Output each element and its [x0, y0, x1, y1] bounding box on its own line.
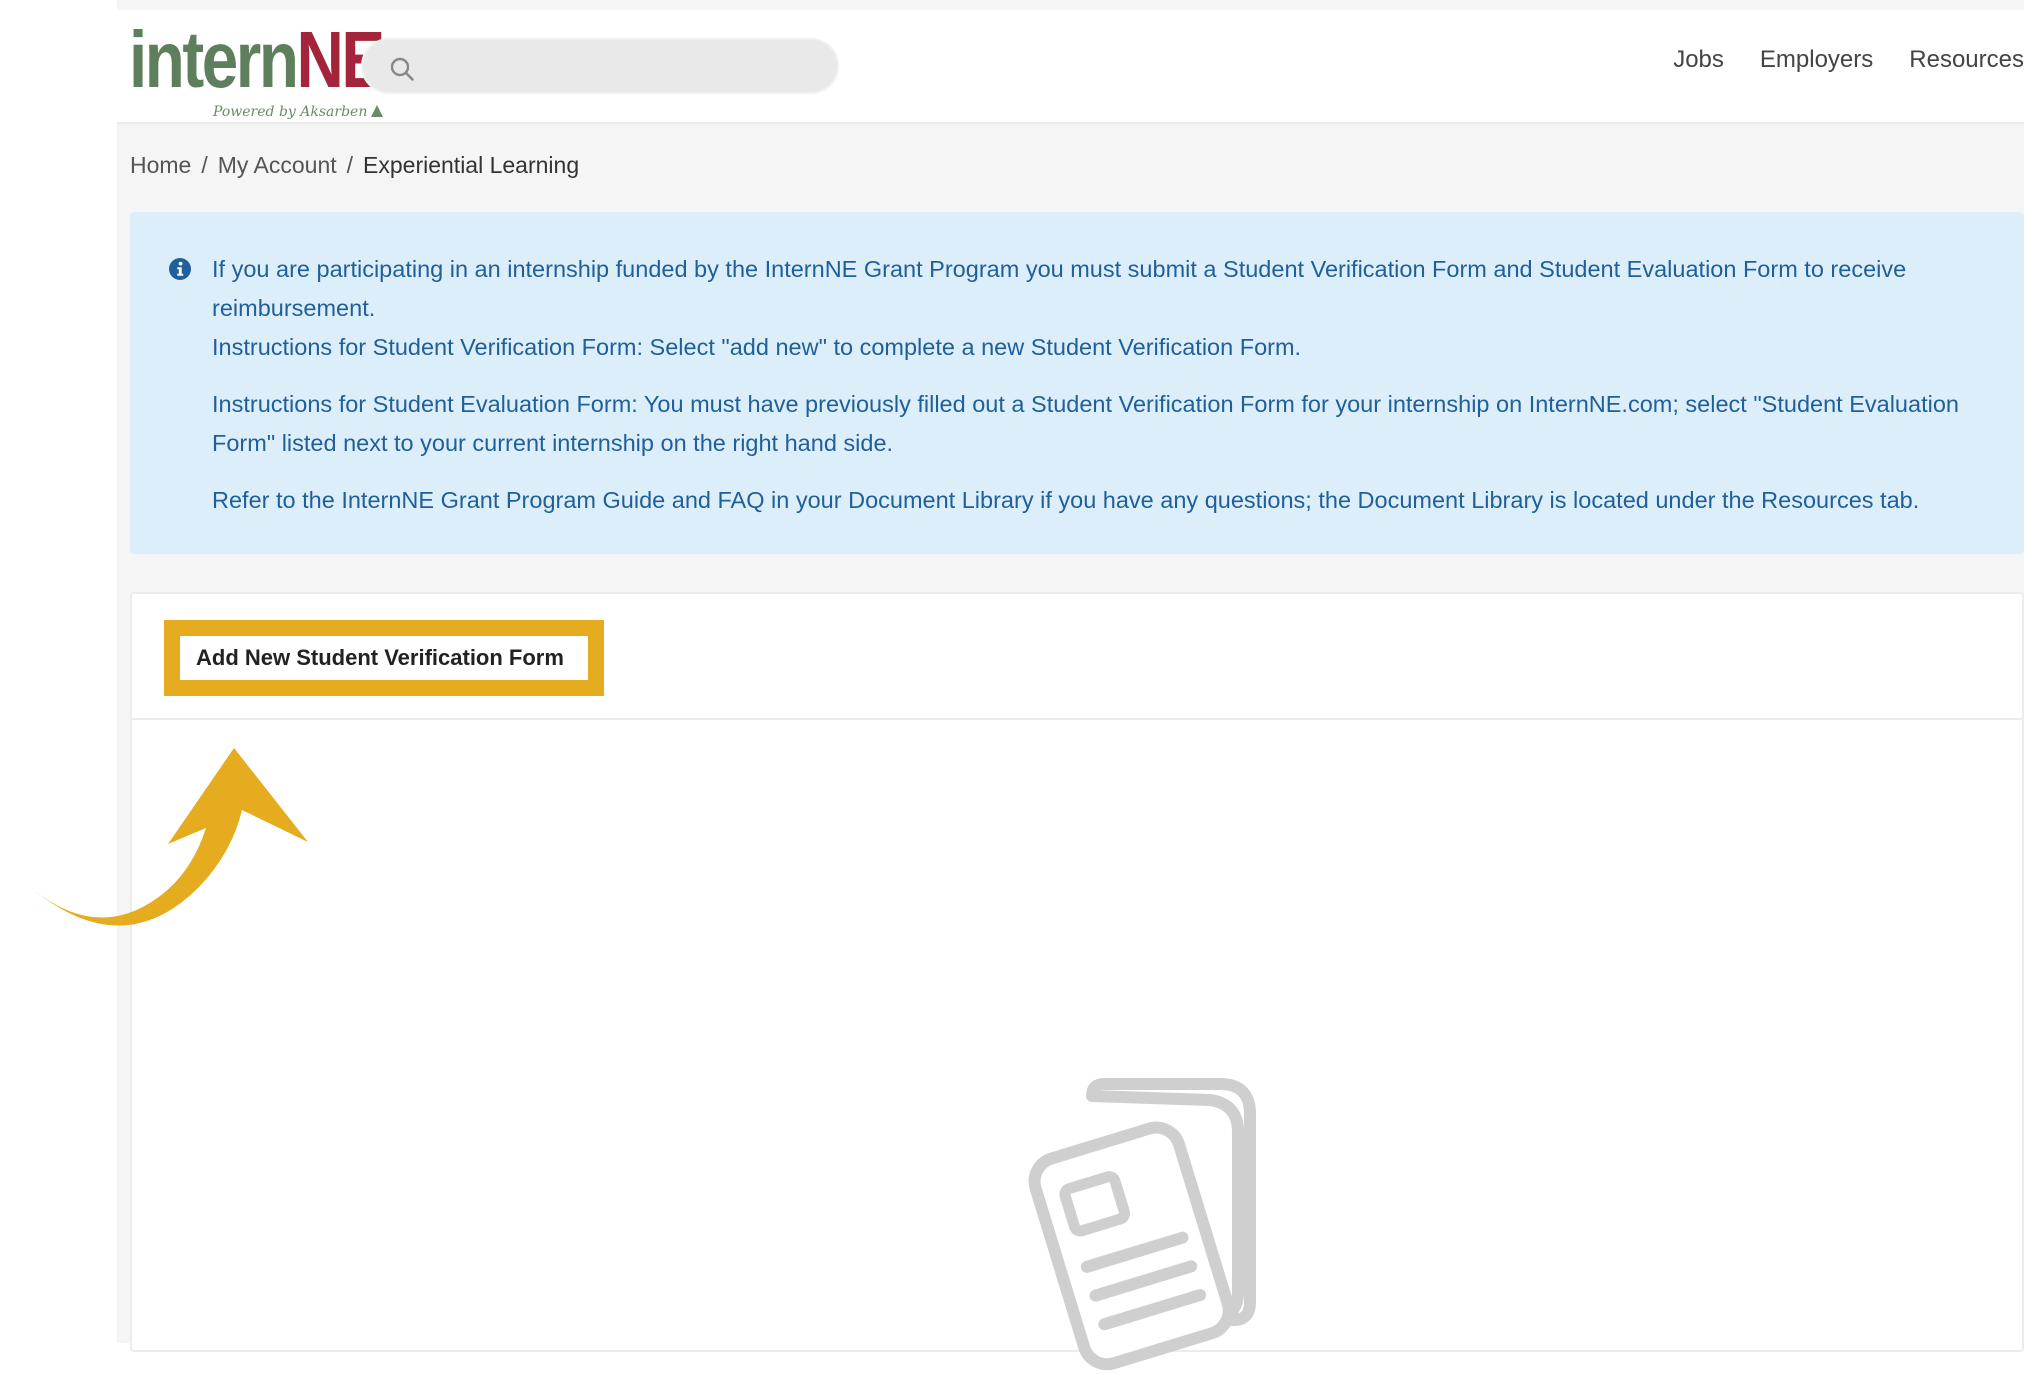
page: internNE Powered by Aksarben Jobs Employ…: [117, 0, 2024, 1371]
alert-line-evaluation: Instructions for Student Evaluation Form…: [212, 391, 1959, 456]
tree-icon: [371, 105, 384, 117]
card-toolbar: Add New Student Verification Form: [132, 594, 2022, 720]
nav-resources[interactable]: Resources: [1909, 46, 2024, 74]
search-bar[interactable]: [361, 38, 839, 94]
alert-line-verification: Instructions for Student Verification Fo…: [212, 334, 1302, 360]
logo[interactable]: internNE Powered by Aksarben: [129, 14, 385, 122]
top-nav: Jobs Employers Resources: [1673, 46, 2024, 74]
logo-tagline: Powered by Aksarben: [213, 104, 384, 120]
documents-icon: [1028, 1078, 1256, 1371]
alert-line-grant: If you are participating in an internshi…: [212, 256, 1907, 321]
logo-wordmark: internNE: [129, 14, 385, 106]
breadcrumb: Home / My Account / Experiential Learning: [130, 152, 579, 179]
breadcrumb-home[interactable]: Home: [130, 152, 191, 178]
info-alert: If you are participating in an internshi…: [130, 212, 2024, 554]
info-icon: [169, 258, 191, 280]
breadcrumb-separator: /: [201, 152, 208, 178]
breadcrumb-separator: /: [346, 152, 354, 178]
nav-jobs[interactable]: Jobs: [1673, 46, 1724, 74]
curved-arrow-icon: [22, 748, 308, 926]
forms-card: Add New Student Verification Form: [130, 592, 2024, 1371]
breadcrumb-current: Experiential Learning: [363, 152, 580, 178]
alert-message: If you are participating in an internshi…: [212, 250, 2002, 520]
alert-line-guide: Refer to the InternNE Grant Program Guid…: [212, 487, 1920, 513]
search-icon: [390, 57, 414, 81]
search-input[interactable]: [429, 48, 823, 86]
nav-employers[interactable]: Employers: [1760, 46, 1873, 74]
header: internNE Powered by Aksarben Jobs Employ…: [117, 10, 2024, 124]
logo-intern-text: intern: [129, 15, 299, 104]
breadcrumb-my-account[interactable]: My Account: [218, 152, 337, 178]
add-new-student-verification-form-button[interactable]: Add New Student Verification Form: [180, 636, 588, 680]
add-button-highlight: Add New Student Verification Form: [164, 620, 604, 696]
logo-tagline-text: Powered by Aksarben: [213, 104, 368, 120]
